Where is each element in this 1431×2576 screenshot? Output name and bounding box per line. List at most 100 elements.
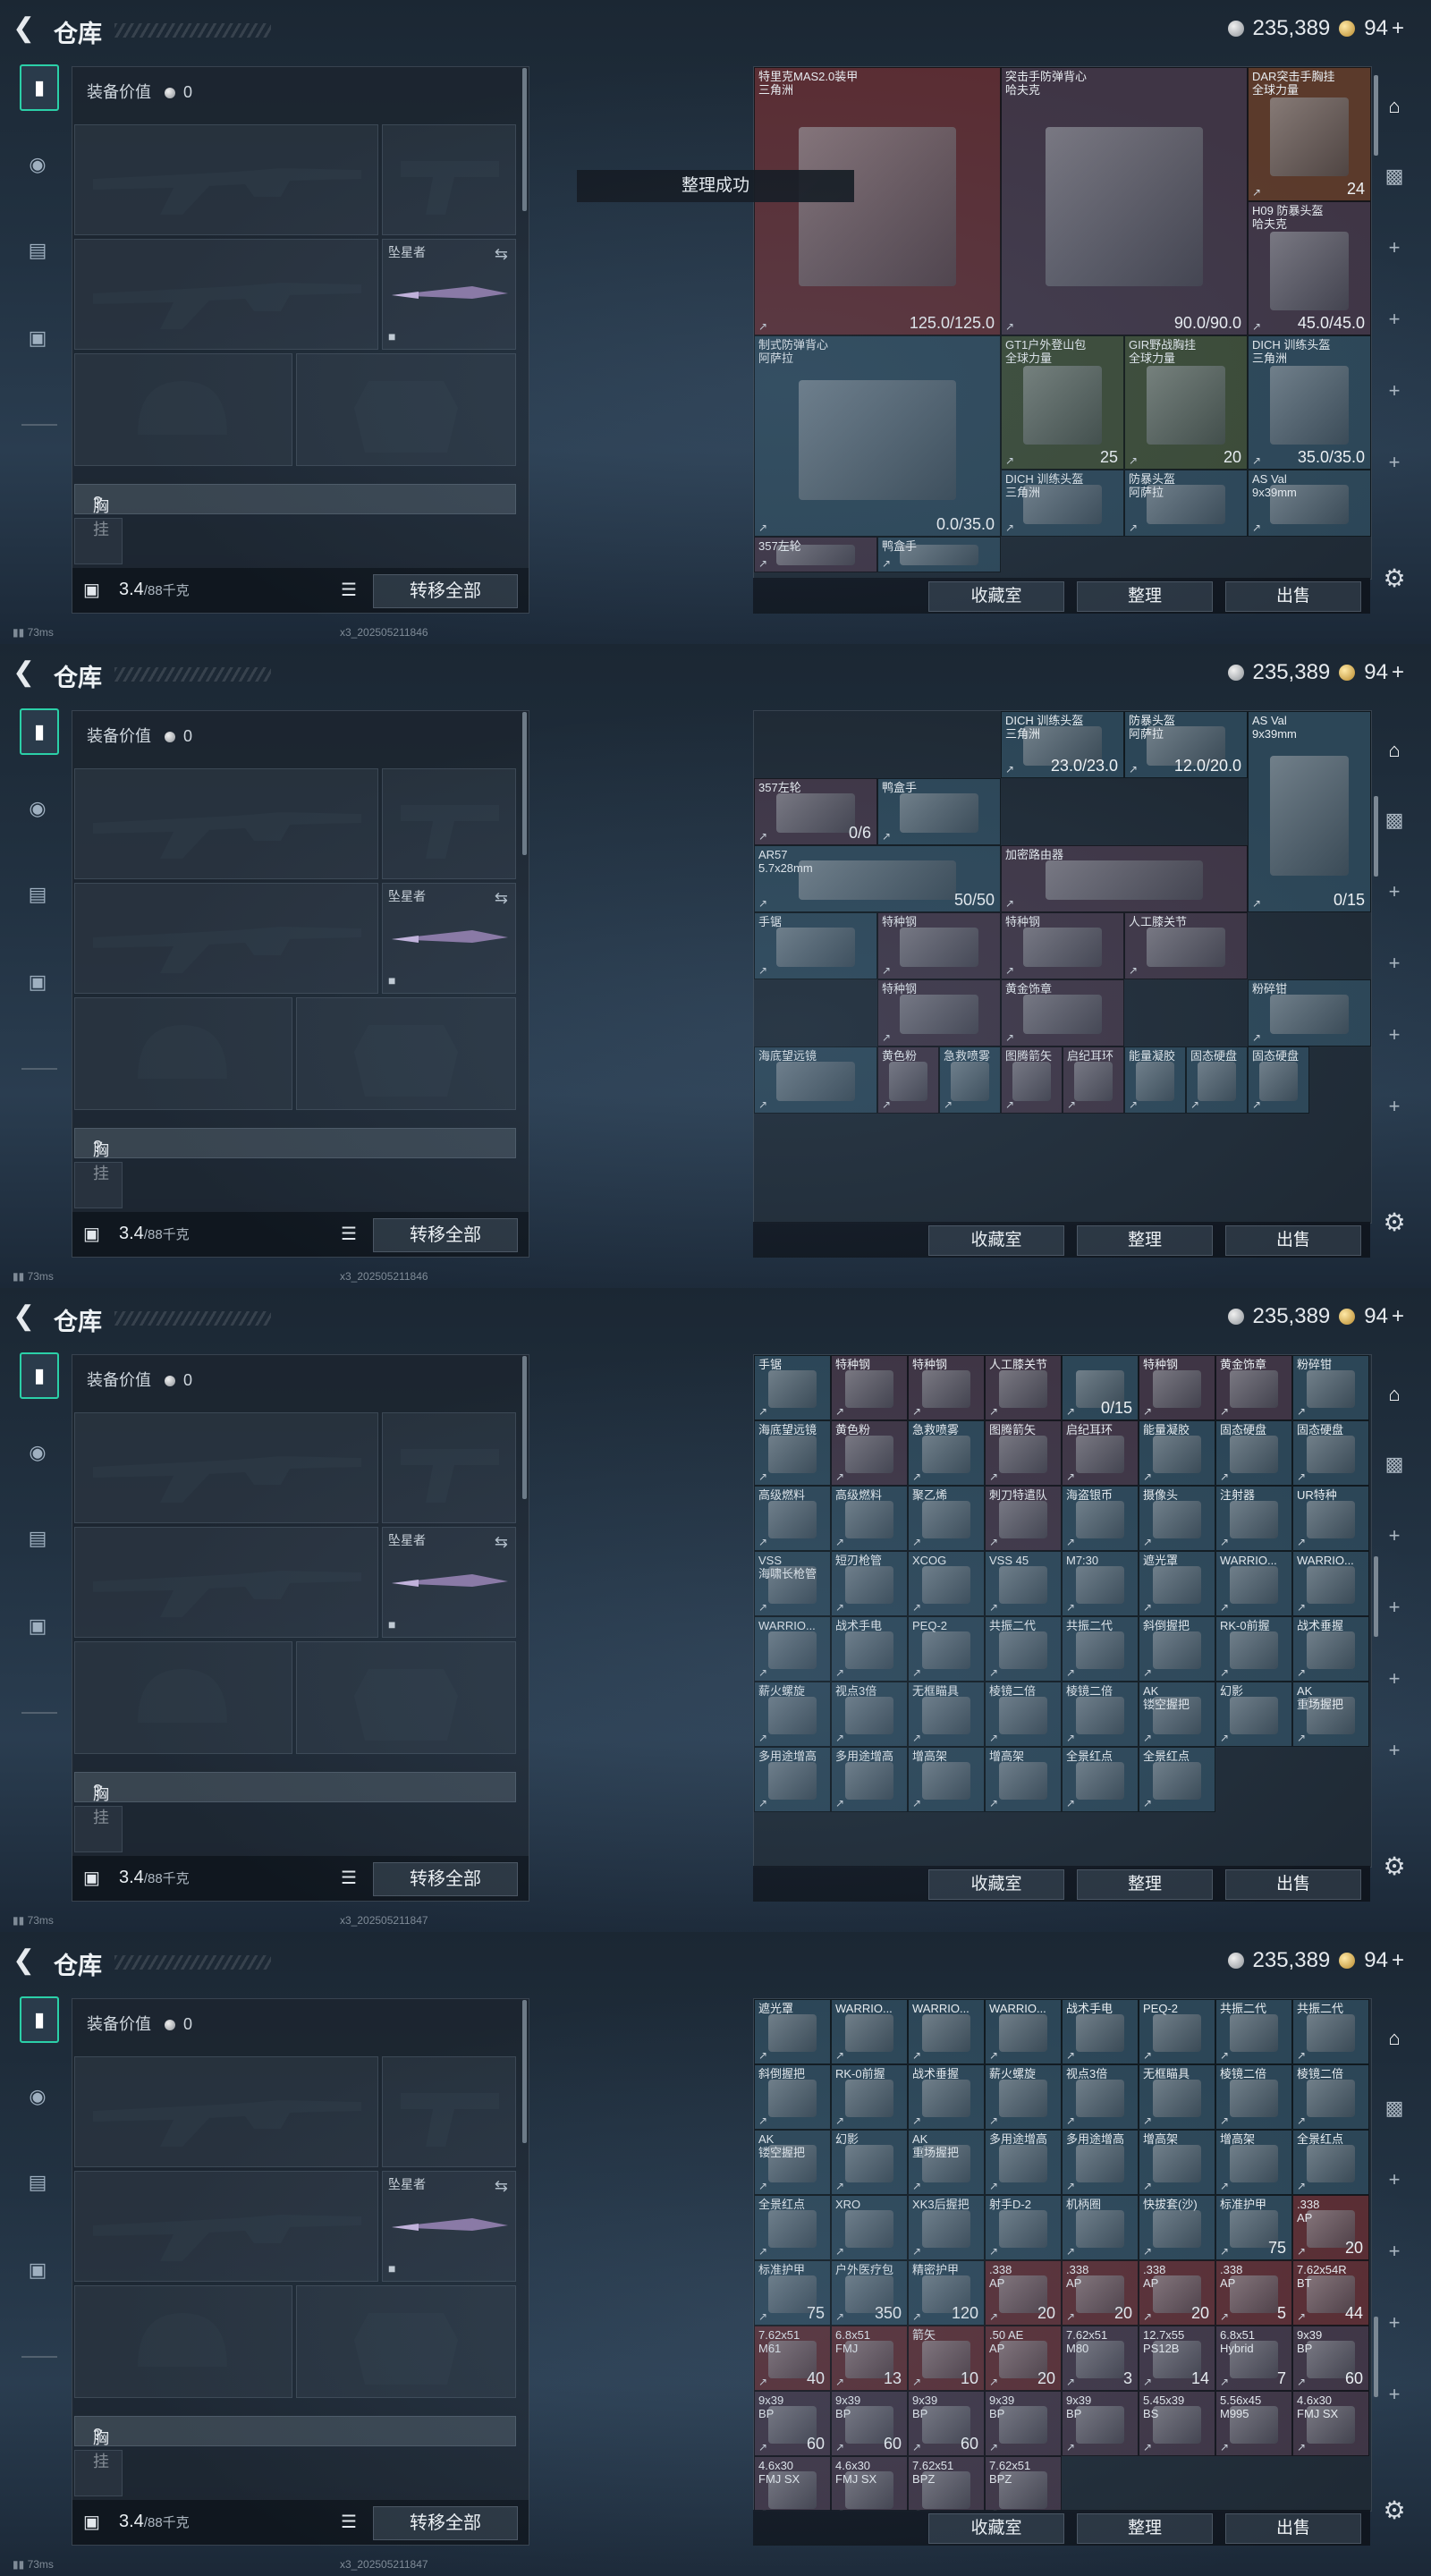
vest-slot[interactable] xyxy=(74,2450,123,2496)
storage-item-cell[interactable]: AS Val 9x39mm ↗ xyxy=(1248,470,1371,537)
storage-item-cell[interactable]: XK3后握把 ↗ xyxy=(908,2195,985,2260)
storage-item-cell[interactable]: 全景红点 ↗ xyxy=(754,2195,831,2260)
storage-item-cell[interactable]: 启纪耳环 ↗ xyxy=(1062,1420,1139,1486)
add-tab-icon[interactable]: + xyxy=(1377,2377,1411,2411)
storage-item-cell[interactable]: DICH 训练头盔 三角洲 ↗ xyxy=(1001,470,1124,537)
briefcase-icon[interactable]: ▣ xyxy=(20,320,55,356)
storage-item-cell[interactable]: .50 AE AP ↗ 20 xyxy=(985,2326,1062,2391)
storage-item-cell[interactable]: WARRIO... ↗ xyxy=(1292,1551,1369,1616)
storage-item-cell[interactable]: 黄金饰章 ↗ xyxy=(1215,1355,1292,1420)
add-currency-button[interactable]: + xyxy=(1392,660,1404,685)
storage-item-cell[interactable]: 特种钢 ↗ xyxy=(1139,1355,1215,1420)
pistol-slot[interactable] xyxy=(382,1412,516,1523)
storage-item-cell[interactable]: 9x39 BP ↗ xyxy=(1062,2391,1139,2456)
storage-item-cell[interactable]: 户外医疗包 ↗ 350 xyxy=(831,2260,908,2326)
settings-gear-icon[interactable]: ⚙ xyxy=(1379,2496,1410,2526)
storage-item-cell[interactable]: 能量凝胶 ↗ xyxy=(1139,1420,1215,1486)
storage-item-cell[interactable]: .338 AP ↗ 20 xyxy=(985,2260,1062,2326)
storage-item-cell[interactable]: 人工膝关节 ↗ xyxy=(1124,912,1248,979)
storage-item-cell[interactable]: XCOG ↗ xyxy=(908,1551,985,1616)
storage-item-cell[interactable]: 制式防弹背心 阿萨拉 ↗ 0.0/35.0 xyxy=(754,335,1001,537)
storage-item-cell[interactable]: 全景红点 ↗ xyxy=(1062,1747,1139,1812)
gun-icon[interactable]: ▮ xyxy=(20,1352,59,1399)
storage-home-icon[interactable]: ⌂ xyxy=(1377,89,1411,123)
storage-item-cell[interactable]: 全景红点 ↗ xyxy=(1139,1747,1215,1812)
storage-item-cell[interactable]: WARRIO... ↗ xyxy=(1215,1551,1292,1616)
storage-item-cell[interactable]: 特种钢 ↗ xyxy=(1001,912,1124,979)
add-tab-icon[interactable]: + xyxy=(1377,2234,1411,2268)
primary-weapon-slot[interactable] xyxy=(74,2056,378,2167)
back-arrow-icon[interactable]: ❮ xyxy=(13,1303,39,1331)
storage-item-cell[interactable]: AK 镂空握把 ↗ xyxy=(1139,1682,1215,1747)
add-tab-icon[interactable]: + xyxy=(1377,1590,1411,1624)
storage-item-cell[interactable]: 7.62x54R BT ↗ 44 xyxy=(1292,2260,1369,2326)
storage-item-cell[interactable]: 遮光罩 ↗ xyxy=(754,1999,831,2064)
storage-item-cell[interactable]: 增高架 ↗ xyxy=(1215,2130,1292,2195)
storage-item-cell[interactable]: AR57 5.7x28mm ↗ 50/50 xyxy=(754,845,1001,912)
storage-item-cell[interactable]: 特种钢 ↗ xyxy=(877,912,1001,979)
storage-item-cell[interactable]: 黄金饰章 ↗ xyxy=(1001,979,1124,1046)
helmet-icon[interactable]: ◉ xyxy=(20,791,55,826)
vest-section[interactable]: 胸挂 ? xyxy=(74,2416,516,2470)
storage-item-cell[interactable]: M7:30 ↗ xyxy=(1062,1551,1139,1616)
storage-item-cell[interactable]: 黄色粉 ↗ xyxy=(831,1420,908,1486)
storage-item-cell[interactable]: 急救喷雾 ↗ xyxy=(908,1420,985,1486)
add-tab-icon[interactable]: + xyxy=(1377,302,1411,336)
storage-item-cell[interactable]: WARRIO... ↗ xyxy=(754,1616,831,1682)
storage-item-cell[interactable]: 6.8x51 Hybrid ↗ 7 xyxy=(1215,2326,1292,2391)
arrange-button[interactable]: 整理 xyxy=(1077,1225,1213,1256)
pistol-slot[interactable] xyxy=(382,768,516,879)
storage-item-cell[interactable]: 9x39 BP ↗ 60 xyxy=(831,2391,908,2456)
storage-item-cell[interactable]: UR特种 ↗ xyxy=(1292,1486,1369,1551)
storage-item-cell[interactable]: 精密护甲 ↗ 120 xyxy=(908,2260,985,2326)
storage-item-cell[interactable]: RK-0前握 ↗ xyxy=(1215,1616,1292,1682)
add-tab-icon[interactable]: + xyxy=(1377,1018,1411,1052)
storage-item-cell[interactable]: 突击手防弹背心 哈夫克 ↗ 90.0/90.0 xyxy=(1001,67,1248,335)
storage-item-cell[interactable]: 高级燃料 ↗ xyxy=(831,1486,908,1551)
melee-slot[interactable]: 坠星者 ⇆ ■ xyxy=(382,2171,516,2282)
settings-gear-icon[interactable]: ⚙ xyxy=(1379,1208,1410,1238)
sell-button[interactable]: 出售 xyxy=(1225,1225,1361,1256)
storage-item-cell[interactable]: 快拔套(沙) ↗ xyxy=(1139,2195,1215,2260)
storage-item-cell[interactable]: 斜倒握把 ↗ xyxy=(1139,1616,1215,1682)
storage-item-cell[interactable]: 战术手电 ↗ xyxy=(1062,1999,1139,2064)
storage-item-cell[interactable]: 鸭盒手 ↗ xyxy=(877,778,1001,845)
transfer-all-button[interactable]: 转移全部 xyxy=(373,574,518,608)
storage-item-cell[interactable]: 手锯 ↗ xyxy=(754,1355,831,1420)
briefcase-icon[interactable]: ▣ xyxy=(20,1608,55,1644)
storage-item-cell[interactable]: 全景红点 ↗ xyxy=(1292,2130,1369,2195)
storage-item-cell[interactable]: 防暴头盔 阿萨拉 ↗ 12.0/20.0 xyxy=(1124,711,1248,778)
clipboard-icon[interactable]: ▤ xyxy=(20,877,55,912)
back-arrow-icon[interactable]: ❮ xyxy=(13,15,39,43)
storage-item-cell[interactable]: RK-0前握 ↗ xyxy=(831,2064,908,2130)
sell-button[interactable]: 出售 xyxy=(1225,581,1361,612)
storage-item-cell[interactable]: 增高架 ↗ xyxy=(908,1747,985,1812)
clipboard-icon[interactable]: ▤ xyxy=(20,233,55,268)
add-tab-icon[interactable]: + xyxy=(1377,231,1411,265)
gun-icon[interactable]: ▮ xyxy=(20,1996,59,2043)
clipboard-icon[interactable]: ▤ xyxy=(20,1521,55,1556)
storage-item-cell[interactable]: 特种钢 ↗ xyxy=(908,1355,985,1420)
storage-item-cell[interactable]: DAR突击手胸挂 全球力量 ↗ 24 xyxy=(1248,67,1371,201)
storage-item-cell[interactable]: 4.6x30 FMJ SX ↗ xyxy=(1292,2391,1369,2456)
vest-section[interactable]: 胸挂 ? xyxy=(74,484,516,538)
add-tab-icon[interactable]: + xyxy=(1377,1662,1411,1696)
collection-button[interactable]: 收藏室 xyxy=(928,581,1064,612)
add-tab-icon[interactable]: + xyxy=(1377,374,1411,408)
pistol-slot[interactable] xyxy=(382,2056,516,2167)
melee-slot[interactable]: 坠星者 ⇆ ■ xyxy=(382,1527,516,1638)
storage-item-cell[interactable]: 幻影 ↗ xyxy=(831,2130,908,2195)
helmet-icon[interactable]: ◉ xyxy=(20,1435,55,1470)
add-tab-icon[interactable]: + xyxy=(1377,1733,1411,1767)
primary-weapon-slot[interactable] xyxy=(74,1412,378,1523)
storage-item-cell[interactable]: 共振二代 ↗ xyxy=(1062,1616,1139,1682)
storage-item-cell[interactable]: 图腾箭矢 ↗ xyxy=(1001,1046,1063,1114)
storage-item-cell[interactable]: DICH 训练头盔 三角洲 ↗ 35.0/35.0 xyxy=(1248,335,1371,470)
add-tab-icon[interactable]: + xyxy=(1377,1089,1411,1123)
storage-item-cell[interactable]: 棱镜二倍 ↗ xyxy=(1062,1682,1139,1747)
safe-box-icon[interactable]: ▩ xyxy=(1377,803,1411,837)
storage-item-cell[interactable]: .338 AP ↗ 5 xyxy=(1215,2260,1292,2326)
storage-item-cell[interactable]: WARRIO... ↗ xyxy=(831,1999,908,2064)
add-tab-icon[interactable]: + xyxy=(1377,2306,1411,2340)
storage-item-cell[interactable]: 特种钢 ↗ xyxy=(831,1355,908,1420)
